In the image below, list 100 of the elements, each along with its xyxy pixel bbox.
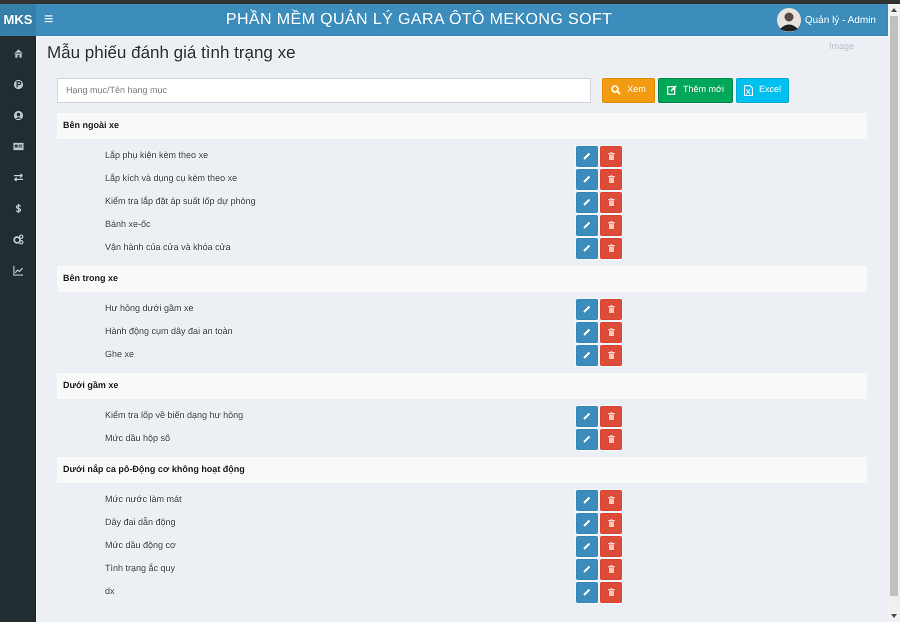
pencil-icon: [583, 496, 591, 504]
pencil-icon: [583, 588, 591, 596]
exchange-icon[interactable]: [12, 172, 24, 182]
pencil-icon: [583, 351, 591, 359]
trash-icon: [608, 565, 614, 573]
trash-icon: [608, 435, 614, 443]
trash-icon: [608, 496, 614, 504]
trash-icon: [608, 542, 614, 550]
excel-button[interactable]: Excel: [736, 78, 789, 102]
edit-button[interactable]: [576, 558, 598, 580]
edit-button[interactable]: [576, 490, 598, 510]
delete-button[interactable]: [600, 536, 622, 556]
view-button[interactable]: Xem: [602, 78, 655, 102]
image-alt-text: Image: [828, 40, 854, 53]
trash-icon: [608, 221, 614, 229]
trash-icon: [608, 328, 614, 336]
delete-button[interactable]: [600, 428, 622, 450]
delete-button[interactable]: [600, 582, 622, 602]
edit-button[interactable]: [576, 344, 598, 366]
group-title: Bên ngoài xe: [63, 118, 120, 132]
home-icon[interactable]: [12, 48, 24, 58]
pencil-icon: [583, 412, 591, 420]
edit-button[interactable]: [576, 192, 598, 212]
trash-icon: [608, 244, 614, 252]
item-label: Kiểm tra lắp đặt áp suất lốp dự phòng: [104, 195, 257, 208]
parking-icon[interactable]: [12, 78, 24, 90]
edit-button[interactable]: [576, 582, 598, 602]
item-label: Dây đai dẫn động: [104, 516, 177, 530]
delete-button[interactable]: [600, 512, 622, 534]
item-label: Mức dầu động cơ: [104, 539, 177, 552]
pencil-icon: [583, 221, 591, 229]
trash-icon: [608, 519, 614, 527]
edit-button[interactable]: [576, 406, 598, 426]
item-label: Mức dầu hộp số: [104, 432, 172, 446]
edit-button[interactable]: [576, 168, 598, 190]
trash-icon: [608, 175, 614, 183]
trash-icon: [608, 305, 614, 313]
line-chart-icon[interactable]: [12, 264, 24, 276]
pencil-icon: [583, 542, 591, 550]
add-button[interactable]: Thêm mới: [658, 78, 733, 102]
edit-button[interactable]: [576, 322, 598, 342]
group-title: Dưới gầm xe: [63, 378, 118, 392]
edit-button[interactable]: [576, 512, 598, 534]
edit-button[interactable]: [576, 214, 598, 236]
delete-button[interactable]: [600, 406, 622, 426]
avatar[interactable]: [776, 8, 801, 32]
pencil-icon: [583, 435, 591, 443]
edit-button[interactable]: [576, 428, 598, 450]
edit-icon: [667, 85, 678, 95]
trash-icon: [608, 152, 614, 160]
search-icon: [611, 85, 622, 95]
user-name[interactable]: Quản lý - Admin: [804, 12, 876, 28]
item-label: Hư hỏng dưới gầm xe: [104, 302, 194, 316]
item-label: Vận hành của cửa và khóa cửa: [104, 241, 232, 254]
excel-file-icon: [744, 84, 753, 96]
pencil-icon: [583, 328, 591, 336]
item-label: dx: [104, 585, 116, 598]
edit-button[interactable]: [576, 298, 598, 320]
delete-button[interactable]: [600, 192, 622, 212]
trash-icon: [608, 198, 614, 206]
delete-button[interactable]: [600, 344, 622, 366]
pencil-icon: [583, 152, 591, 160]
id-card-icon[interactable]: [12, 140, 24, 152]
delete-button[interactable]: [600, 558, 622, 580]
trash-icon: [608, 351, 614, 359]
app-title: PHẦN MỀM QUẢN LÝ GARA ÔTÔ MEKONG SOFT: [224, 8, 614, 30]
menu-button[interactable]: ≡: [36, 12, 62, 28]
delete-button[interactable]: [600, 238, 622, 258]
item-label: Kiểm tra lốp về biến dạng hư hỏng: [104, 409, 244, 422]
item-label: Ghe xe: [104, 348, 136, 362]
group-title: Dưới nắp ca pô-Động cơ không hoạt động: [63, 462, 245, 476]
logo[interactable]: MKS: [0, 4, 36, 36]
edit-button[interactable]: [576, 146, 598, 166]
group-title: Bên trong xe: [63, 272, 118, 285]
edit-button[interactable]: [576, 238, 598, 258]
user-icon[interactable]: [12, 110, 24, 120]
item-label: Lắp phụ kiện kèm theo xe: [104, 149, 210, 162]
pencil-icon: [583, 175, 591, 183]
delete-button[interactable]: [600, 322, 622, 342]
item-label: Bánh xe-ốc: [104, 218, 152, 232]
gears-icon[interactable]: [12, 234, 24, 244]
item-label: Mức nước làm mát: [104, 493, 182, 506]
delete-button[interactable]: [600, 490, 622, 510]
pencil-icon: [583, 198, 591, 206]
trash-icon: [608, 412, 614, 420]
item-label: Tình trạng ắc quy: [104, 562, 176, 576]
delete-button[interactable]: [600, 168, 622, 190]
delete-button[interactable]: [600, 298, 622, 320]
delete-button[interactable]: [600, 214, 622, 236]
trash-icon: [608, 588, 614, 596]
search-field[interactable]: Hạng mục/Tên hạng mục: [57, 78, 591, 102]
pencil-icon: [583, 519, 591, 527]
page-title: Mẫu phiếu đánh giá tình trạng xe: [47, 42, 296, 64]
delete-button[interactable]: [600, 146, 622, 166]
item-label: Hành động cụm dây đai an toàn: [104, 325, 234, 338]
pencil-icon: [583, 244, 591, 252]
item-label: Lắp kích và dụng cụ kèm theo xe: [104, 172, 238, 186]
edit-button[interactable]: [576, 536, 598, 556]
pencil-icon: [583, 565, 591, 573]
pencil-icon: [583, 305, 591, 313]
